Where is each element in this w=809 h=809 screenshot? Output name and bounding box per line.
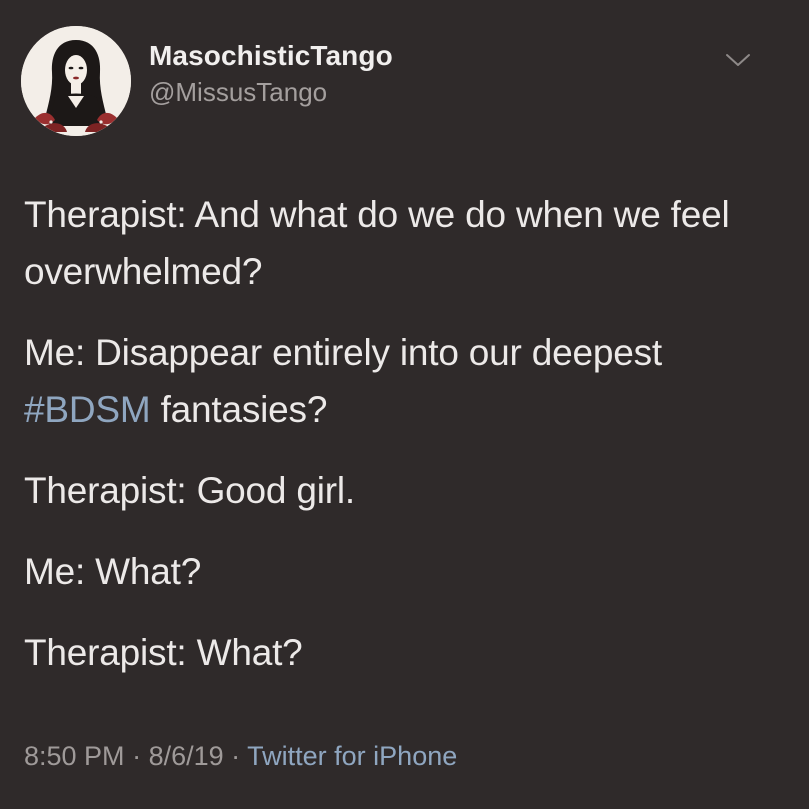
tweet: MasochisticTango @MissusTango Therapist:… [0, 0, 809, 809]
author-display-name[interactable]: MasochisticTango [149, 38, 393, 74]
chevron-down-icon [726, 54, 750, 66]
tweet-source-link[interactable]: Twitter for iPhone [247, 741, 457, 771]
tweet-paragraph-4: Me: What? [24, 551, 202, 592]
tweet-text: fantasies? [150, 389, 328, 430]
author-handle[interactable]: @MissusTango [149, 74, 393, 110]
meta-separator: · [223, 741, 248, 771]
tweet-date[interactable]: 8/6/19 [149, 741, 224, 771]
avatar[interactable] [21, 26, 131, 136]
tweet-paragraph-2: Me: Disappear entirely into our deepest … [24, 324, 794, 438]
tweet-paragraph-5: Therapist: What? [24, 632, 303, 673]
tweet-text: Me: Disappear entirely into our deepest [24, 332, 663, 373]
hashtag-link[interactable]: #BDSM [24, 389, 151, 430]
tweet-meta: 8:50 PM · 8/6/19 · Twitter for iPhone [24, 741, 457, 772]
portrait-illustration-icon [21, 26, 131, 136]
tweet-time[interactable]: 8:50 PM [24, 741, 125, 771]
tweet-paragraph-3: Therapist: Good girl. [24, 470, 356, 511]
tweet-body: Therapist: And what do we do when we fee… [24, 186, 794, 705]
meta-separator: · [124, 741, 149, 771]
tweet-paragraph-1: Therapist: And what do we do when we fee… [24, 194, 730, 292]
tweet-menu-button[interactable] [725, 52, 751, 68]
author-names: MasochisticTango @MissusTango [149, 38, 393, 110]
